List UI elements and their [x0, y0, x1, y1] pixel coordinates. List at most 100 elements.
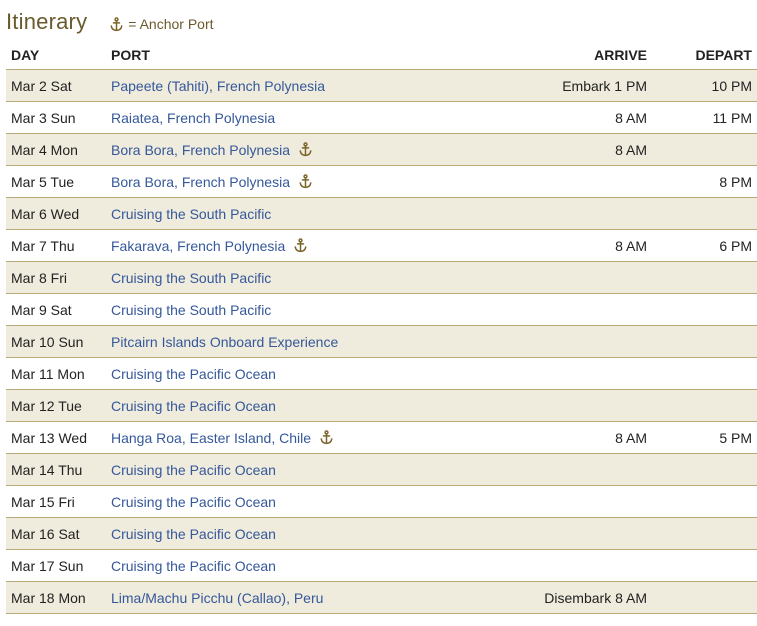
table-row: Mar 8 Fri Cruising the South Pacific [6, 261, 757, 294]
port-link[interactable]: Cruising the South Pacific [111, 206, 271, 222]
cell-arrive: Disembark 8 AM [541, 581, 647, 614]
cell-port: Raiatea, French Polynesia [111, 101, 541, 134]
cell-depart: 11 PM [647, 101, 757, 134]
cell-day: Mar 12 Tue [6, 389, 111, 422]
cell-arrive: 8 AM [541, 101, 647, 134]
table-row: Mar 13 Wed Hanga Roa, Easter Island, Chil… [6, 421, 757, 454]
table-row: Mar 12 Tue Cruising the Pacific Ocean [6, 389, 757, 422]
cell-depart [647, 197, 757, 230]
cell-day: Mar 6 Wed [6, 197, 111, 230]
port-link[interactable]: Papeete (Tahiti), French Polynesia [111, 78, 325, 94]
cell-port: Cruising the Pacific Ocean [111, 357, 541, 390]
anchor-icon [298, 141, 313, 157]
cell-port: Cruising the Pacific Ocean [111, 549, 541, 582]
cell-arrive: 8 AM [541, 229, 647, 262]
port-link[interactable]: Pitcairn Islands Onboard Experience [111, 334, 338, 350]
cell-arrive [541, 357, 647, 390]
cell-arrive [541, 549, 647, 582]
cell-depart [647, 325, 757, 358]
column-header-arrive: ARRIVE [541, 41, 647, 70]
cell-day: Mar 14 Thu [6, 453, 111, 486]
port-link[interactable]: Raiatea, French Polynesia [111, 110, 275, 126]
anchor-port-legend: = Anchor Port [109, 12, 214, 36]
cell-port: Hanga Roa, Easter Island, Chile [111, 421, 541, 454]
cell-port: Cruising the Pacific Ocean [111, 389, 541, 422]
port-link[interactable]: Cruising the Pacific Ocean [111, 494, 276, 510]
cell-day: Mar 18 Mon [6, 581, 111, 614]
cell-depart: 6 PM [647, 229, 757, 262]
cell-day: Mar 7 Thu [6, 229, 111, 262]
cell-depart [647, 485, 757, 518]
cell-depart [647, 389, 757, 422]
port-link[interactable]: Cruising the Pacific Ocean [111, 462, 276, 478]
cell-arrive [541, 165, 647, 198]
cell-port: Cruising the Pacific Ocean [111, 517, 541, 550]
cell-depart [647, 133, 757, 166]
cell-day: Mar 13 Wed [6, 421, 111, 454]
table-row: Mar 9 Sat Cruising the South Pacific [6, 293, 757, 326]
table-row: Mar 15 Fri Cruising the Pacific Ocean [6, 485, 757, 518]
table-row: Mar 10 Sun Pitcairn Islands Onboard Exper… [6, 325, 757, 358]
cell-arrive [541, 293, 647, 326]
port-link[interactable]: Cruising the Pacific Ocean [111, 398, 276, 414]
cell-port: Papeete (Tahiti), French Polynesia [111, 69, 541, 102]
table-row: Mar 11 Mon Cruising the Pacific Ocean [6, 357, 757, 390]
cell-arrive: 8 AM [541, 133, 647, 166]
anchor-icon [319, 429, 334, 445]
cell-port: Lima/Machu Picchu (Callao), Peru [111, 581, 541, 614]
cell-port: Fakarava, French Polynesia [111, 229, 541, 262]
cell-day: Mar 16 Sat [6, 517, 111, 550]
table-row: Mar 6 Wed Cruising the South Pacific [6, 197, 757, 230]
table-row: Mar 2 Sat Papeete (Tahiti), French Polyne… [6, 69, 757, 102]
port-link[interactable]: Cruising the South Pacific [111, 270, 271, 286]
cell-day: Mar 2 Sat [6, 69, 111, 102]
cell-arrive [541, 325, 647, 358]
table-row: Mar 3 Sun Raiatea, French Polynesia 8 AM 11… [6, 101, 757, 134]
cell-arrive [541, 453, 647, 486]
cell-day: Mar 3 Sun [6, 101, 111, 134]
cell-day: Mar 15 Fri [6, 485, 111, 518]
port-link[interactable]: Lima/Machu Picchu (Callao), Peru [111, 590, 323, 606]
itinerary-table: DAY PORT ARRIVE DEPART Mar 2 Sat Papeete … [6, 41, 757, 614]
port-link[interactable]: Cruising the Pacific Ocean [111, 558, 276, 574]
port-link[interactable]: Cruising the Pacific Ocean [111, 526, 276, 542]
table-row: Mar 4 Mon Bora Bora, French Polynesia 8 AM [6, 133, 757, 166]
cell-depart: 8 PM [647, 165, 757, 198]
column-header-depart: DEPART [647, 41, 757, 70]
cell-depart: 10 PM [647, 69, 757, 102]
port-link[interactable]: Bora Bora, French Polynesia [111, 142, 290, 158]
port-link[interactable]: Cruising the South Pacific [111, 302, 271, 318]
cell-arrive: Embark 1 PM [541, 69, 647, 102]
port-link[interactable]: Fakarava, French Polynesia [111, 238, 285, 254]
cell-port: Cruising the South Pacific [111, 197, 541, 230]
table-header-row: DAY PORT ARRIVE DEPART [6, 41, 757, 70]
table-row: Mar 14 Thu Cruising the Pacific Ocean [6, 453, 757, 486]
port-link[interactable]: Hanga Roa, Easter Island, Chile [111, 430, 311, 446]
cell-depart [647, 517, 757, 550]
cell-depart [647, 453, 757, 486]
cell-day: Mar 17 Sun [6, 549, 111, 582]
cell-port: Pitcairn Islands Onboard Experience [111, 325, 541, 358]
table-row: Mar 16 Sat Cruising the Pacific Ocean [6, 517, 757, 550]
cell-arrive [541, 197, 647, 230]
cell-port: Cruising the South Pacific [111, 261, 541, 294]
anchor-icon [293, 237, 308, 253]
anchor-icon [298, 173, 313, 189]
cell-depart [647, 261, 757, 294]
legend-label: = Anchor Port [128, 16, 214, 32]
table-row: Mar 5 Tue Bora Bora, French Polynesia 8 PM [6, 165, 757, 198]
cell-depart: 5 PM [647, 421, 757, 454]
cell-port: Cruising the South Pacific [111, 293, 541, 326]
itinerary-panel: Itinerary = Anchor Port DAY PORT ARRIVE … [0, 0, 757, 626]
port-link[interactable]: Bora Bora, French Polynesia [111, 174, 290, 190]
cell-depart [647, 293, 757, 326]
cell-day: Mar 10 Sun [6, 325, 111, 358]
cell-port: Cruising the Pacific Ocean [111, 453, 541, 486]
cell-depart [647, 581, 757, 614]
cell-arrive [541, 485, 647, 518]
cell-day: Mar 9 Sat [6, 293, 111, 326]
cell-arrive: 8 AM [541, 421, 647, 454]
table-row: Mar 7 Thu Fakarava, French Polynesia 8 AM 6… [6, 229, 757, 262]
port-link[interactable]: Cruising the Pacific Ocean [111, 366, 276, 382]
cell-depart [647, 549, 757, 582]
